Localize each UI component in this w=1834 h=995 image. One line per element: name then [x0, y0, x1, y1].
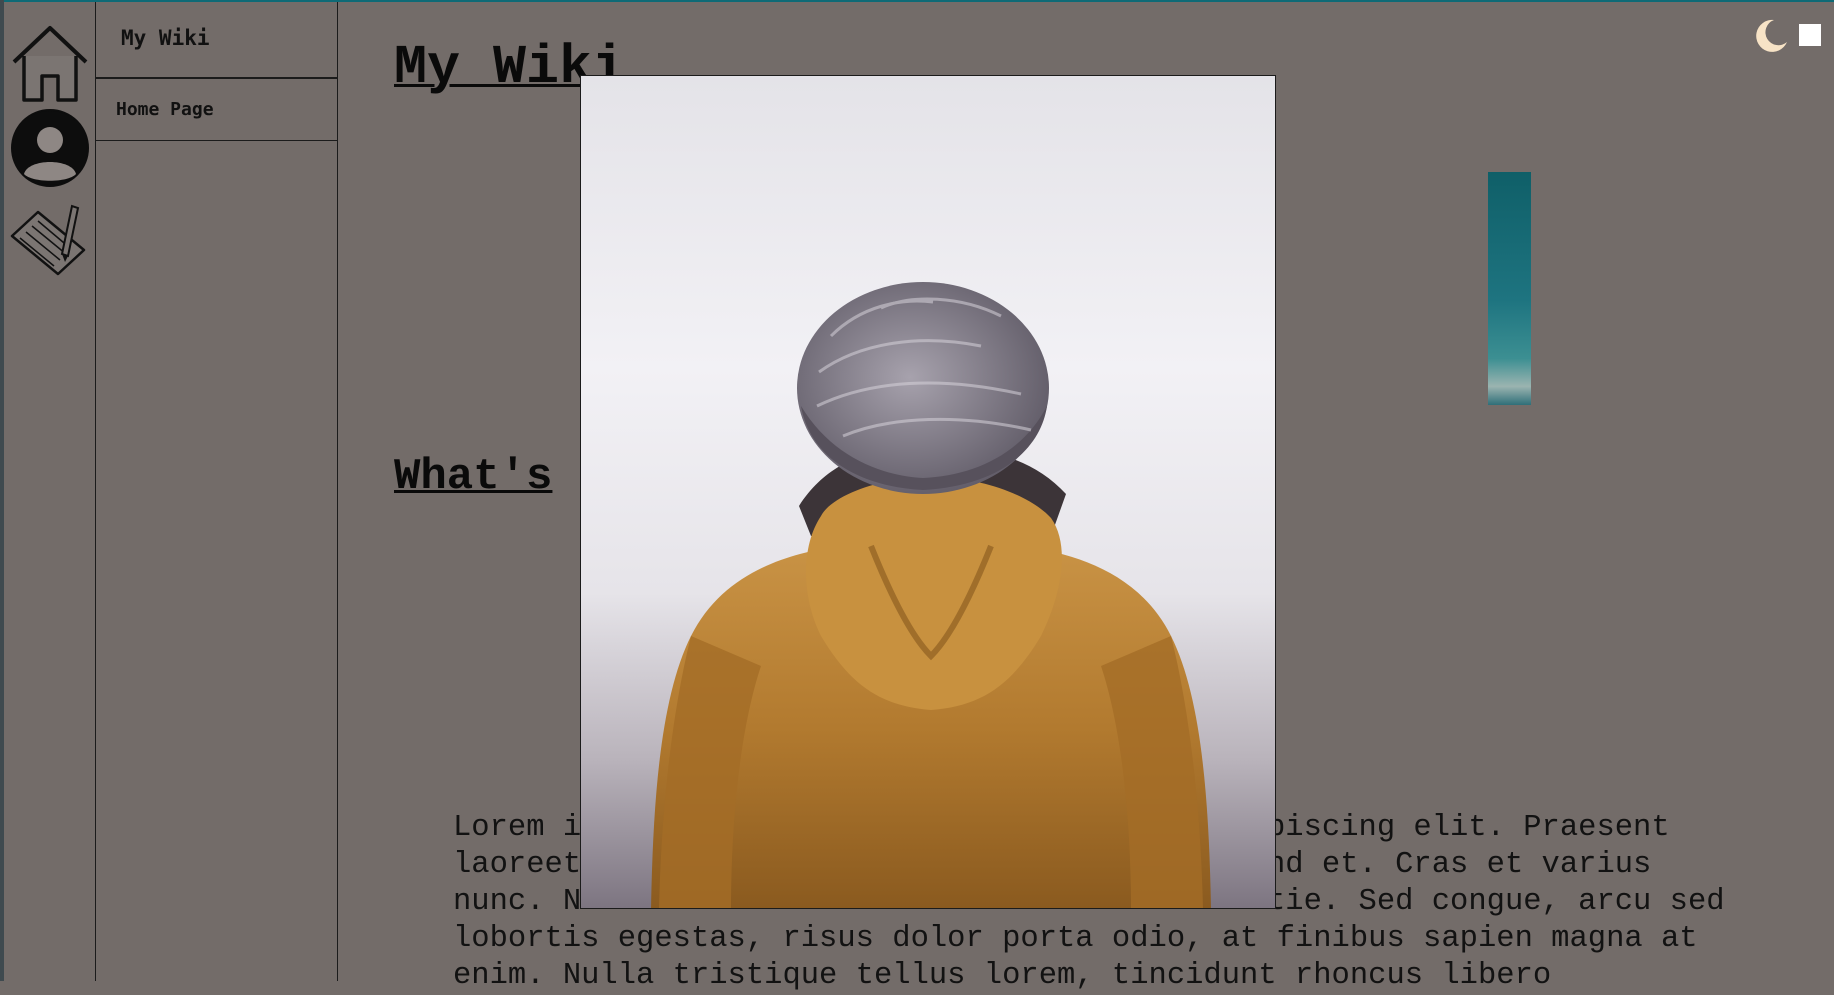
image-lightbox[interactable] — [580, 75, 1276, 909]
home-icon[interactable] — [8, 20, 92, 104]
body-line: nd et. Cras et varius — [1267, 848, 1652, 882]
header-image[interactable] — [1488, 172, 1531, 405]
wiki-sidebar: My Wiki Home Page — [96, 2, 338, 981]
sidebar-item-home-page[interactable]: Home Page — [96, 79, 337, 141]
icon-rail — [4, 2, 96, 981]
person-photo — [581, 76, 1275, 908]
square-icon[interactable] — [1799, 24, 1821, 46]
body-line: lobortis egestas, risus dolor porta odio… — [453, 922, 1698, 956]
body-line: enim. Nulla tristique tellus lorem, tinc… — [453, 959, 1552, 993]
edit-note-icon[interactable] — [8, 198, 92, 282]
body-line: laoreet — [453, 848, 582, 882]
body-line: Lorem i — [453, 811, 582, 845]
user-icon[interactable] — [8, 106, 92, 190]
body-line: tie. Sed congue, arcu sed — [1267, 885, 1725, 919]
section-heading: What's — [394, 452, 553, 502]
sidebar-title[interactable]: My Wiki — [96, 2, 337, 79]
moon-icon[interactable] — [1754, 18, 1788, 52]
body-line: nunc. N — [453, 885, 582, 919]
body-line: piscing elit. Praesent — [1267, 811, 1670, 845]
